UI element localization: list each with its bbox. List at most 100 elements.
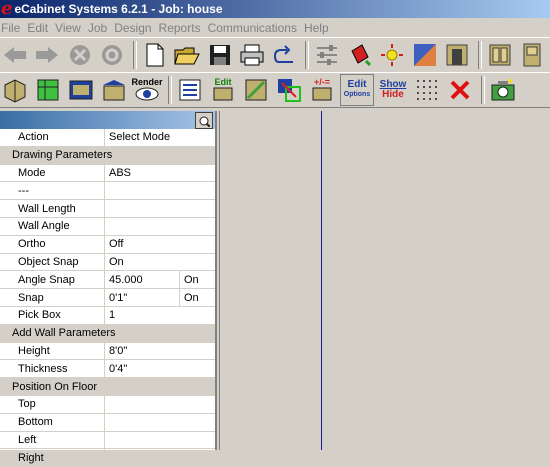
delete-x-icon[interactable]	[445, 75, 475, 105]
row-object-snap[interactable]: Object Snap On	[0, 253, 215, 272]
move-green-icon[interactable]	[274, 75, 304, 105]
left-value[interactable]	[105, 432, 215, 449]
plan-view-icon[interactable]	[66, 75, 96, 105]
save-icon[interactable]	[205, 40, 235, 70]
row-pick-box[interactable]: Pick Box 1	[0, 306, 215, 325]
cabinet-icon[interactable]	[485, 40, 515, 70]
edit-button[interactable]: Edit	[208, 75, 238, 105]
settings-sliders-icon[interactable]	[312, 40, 342, 70]
row-top[interactable]: Top	[0, 395, 215, 414]
print-icon[interactable]	[237, 40, 267, 70]
height-value[interactable]: 8'0"	[105, 343, 215, 360]
cabinet-edit-icon	[213, 87, 233, 101]
3d-cabinet-icon[interactable]	[0, 75, 30, 105]
angle-snap-value[interactable]: 45.000	[105, 271, 180, 289]
forward-arrow-icon[interactable]	[33, 40, 63, 70]
material-icon[interactable]	[410, 40, 440, 70]
camera-icon[interactable]	[488, 75, 518, 105]
snap-value[interactable]: 0'1"	[105, 289, 180, 306]
app-logo-icon: e	[1, 0, 13, 19]
show-hide-button[interactable]: Show Hide	[377, 75, 409, 105]
edit-options-button[interactable]: Edit Options	[340, 74, 374, 106]
row-thickness[interactable]: Thickness 0'4"	[0, 360, 215, 379]
row-snap[interactable]: Snap 0'1" On	[0, 289, 215, 307]
action-value[interactable]: Select Mode	[105, 129, 215, 146]
pick-box-value[interactable]: 1	[105, 307, 215, 324]
open-folder-icon[interactable]	[172, 40, 202, 70]
toolbar-separator	[133, 41, 137, 69]
row-wall-length[interactable]: Wall Length	[0, 200, 215, 218]
row-label: Object Snap	[0, 253, 105, 271]
grid-icon[interactable]	[412, 75, 442, 105]
row-right[interactable]: Right	[0, 449, 215, 467]
wall-angle-value[interactable]	[105, 218, 215, 235]
row-wall-angle[interactable]: Wall Angle	[0, 217, 215, 236]
section-position-on-floor: Position On Floor	[0, 378, 215, 396]
menu-edit[interactable]: Edit	[27, 21, 55, 35]
top-value[interactable]	[105, 396, 215, 413]
hide-label: Hide	[382, 89, 404, 100]
edit-label: Edit	[214, 77, 232, 87]
menu-help[interactable]: Help	[304, 21, 336, 35]
object-snap-value[interactable]: On	[105, 254, 215, 271]
bottom-value[interactable]	[105, 414, 215, 431]
edit-options-label-1: Edit	[347, 79, 367, 90]
drawing-canvas[interactable]	[219, 111, 550, 450]
row-height[interactable]: Height 8'0"	[0, 342, 215, 361]
row-angle-snap[interactable]: Angle Snap 45.000 On	[0, 271, 215, 290]
panel-pin-icon[interactable]	[195, 112, 213, 129]
lighting-icon[interactable]	[377, 40, 407, 70]
row-label: Wall Angle	[0, 217, 105, 235]
main-toolbar	[0, 37, 550, 73]
section-add-wall-parameters: Add Wall Parameters	[0, 324, 215, 343]
menu-view[interactable]: View	[55, 21, 88, 35]
new-file-icon[interactable]	[140, 40, 170, 70]
properties-icon[interactable]	[175, 75, 205, 105]
edit-options-label-2: Options	[343, 91, 371, 98]
undo-icon[interactable]	[270, 40, 300, 70]
plus-minus-label: +/-=	[313, 77, 330, 87]
angle-snap-toggle[interactable]: On	[180, 271, 215, 288]
menu-job[interactable]: Job	[88, 21, 114, 35]
toolbar-separator	[481, 76, 485, 104]
row-action[interactable]: Action Select Mode	[0, 129, 215, 147]
toolbar-separator	[168, 76, 172, 104]
wall-view-icon[interactable]	[99, 75, 129, 105]
row-label: ---	[0, 182, 105, 200]
tall-cabinet-icon[interactable]	[517, 40, 547, 70]
row-left[interactable]: Left	[0, 431, 215, 450]
menu-communications[interactable]: Communications	[208, 21, 304, 35]
row-ortho[interactable]: Ortho Off	[0, 235, 215, 254]
doorway-icon[interactable]	[442, 40, 472, 70]
design-toolbar: Render Edit +/-= Edit Options Show Hide	[0, 72, 550, 108]
row-label: Thickness	[0, 360, 105, 378]
separator-value	[105, 182, 215, 199]
row-label: Right	[0, 449, 105, 467]
ortho-value[interactable]: Off	[105, 236, 215, 253]
snap-toggle[interactable]: On	[180, 289, 215, 306]
toolbar-separator	[477, 41, 482, 69]
mode-value[interactable]: ABS	[105, 165, 215, 182]
right-value[interactable]	[105, 449, 215, 466]
menu-reports[interactable]: Reports	[159, 21, 208, 35]
elevation-green-icon[interactable]	[33, 75, 63, 105]
stop-icon[interactable]	[65, 40, 95, 70]
render-button[interactable]: Render	[132, 75, 163, 105]
row-label: Left	[0, 431, 105, 449]
plus-minus-button[interactable]: +/-=	[307, 75, 337, 105]
cabinet-size-icon	[312, 87, 332, 101]
paint-can-icon[interactable]	[345, 40, 375, 70]
back-arrow-icon[interactable]	[0, 40, 30, 70]
window-title: eCabinet Systems 6.2.1 - Job: house	[14, 2, 223, 16]
menu-file[interactable]: File	[0, 21, 27, 35]
row-separator: ---	[0, 182, 215, 201]
menu-bar: File Edit View Job Design Reports Commun…	[0, 18, 550, 38]
wall-length-value[interactable]	[105, 200, 215, 217]
thickness-value[interactable]: 0'4"	[105, 360, 215, 377]
row-bottom[interactable]: Bottom	[0, 413, 215, 432]
row-mode[interactable]: Mode ABS	[0, 164, 215, 183]
row-label: Top	[0, 395, 105, 413]
menu-design[interactable]: Design	[114, 21, 158, 35]
tools-icon[interactable]	[241, 75, 271, 105]
refresh-icon[interactable]	[98, 40, 128, 70]
